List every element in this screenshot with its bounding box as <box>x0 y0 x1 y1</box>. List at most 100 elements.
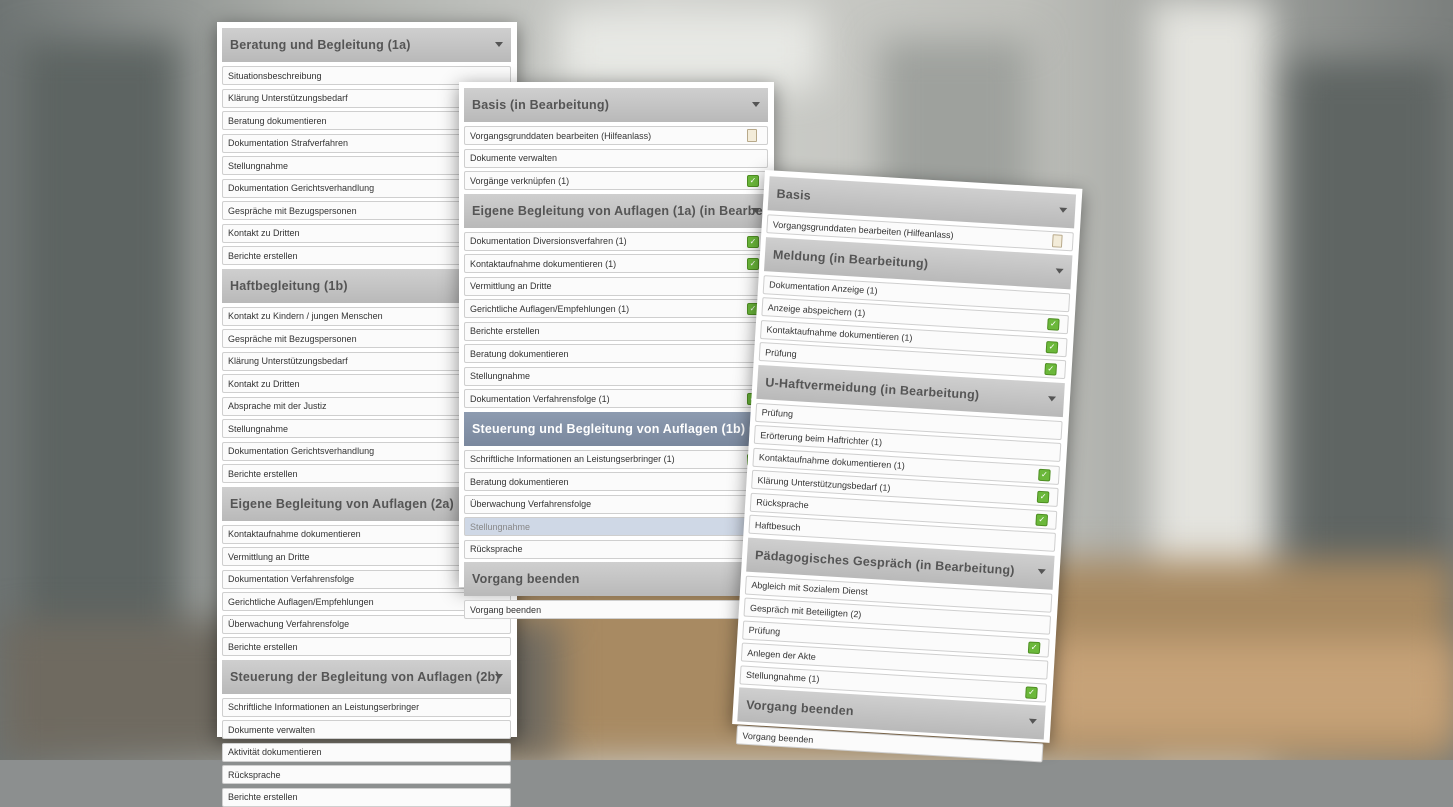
task-item-label: Rücksprache <box>470 544 523 554</box>
task-item-kontaktaufnahme-dokumentieren-1[interactable]: Kontaktaufnahme dokumentieren (1) ✓ <box>464 254 768 273</box>
check-icon: ✓ <box>747 175 759 187</box>
task-item-label: Überwachung Verfahrensfolge <box>228 619 350 629</box>
task-item-schriftliche-informationen-an-leistungserbringer-1[interactable]: Schriftliche Informationen an Leistungse… <box>464 449 768 469</box>
task-item-label: Dokumentation Verfahrensfolge <box>228 574 355 584</box>
section-header-steuerung-und-begleitung-von-auflagen-1b-in-bea[interactable]: Steuerung und Begleitung von Auflagen (1… <box>464 411 768 446</box>
chevron-down-icon[interactable] <box>1037 568 1046 574</box>
clipboard-icon[interactable] <box>747 129 757 142</box>
task-item-vorgangsgrunddaten-bearbeiten-hilfeanlass[interactable]: Vorgangsgrunddaten bearbeiten (Hilfeanla… <box>464 126 768 145</box>
task-item-label: Dokumentation Verfahrensfolge (1) <box>470 393 610 404</box>
chevron-down-icon[interactable] <box>1055 267 1064 274</box>
chevron-down-icon[interactable] <box>1058 207 1068 213</box>
section-title: Beratung und Begleitung (1a) <box>230 38 411 52</box>
clipboard-icon[interactable] <box>1051 234 1063 248</box>
check-icon: ✓ <box>1036 490 1050 504</box>
task-item-aktivitaet-dokumentieren[interactable]: Aktivität dokumentieren <box>222 742 511 762</box>
task-item-label: Vorgangsgrunddaten bearbeiten (Hilfeanla… <box>470 130 652 141</box>
task-item-berichte-erstellen[interactable]: Berichte erstellen <box>222 787 511 807</box>
section-title: Basis <box>776 186 812 203</box>
task-item-label: Beratung dokumentieren <box>228 115 327 126</box>
section-header-steuerung-der-begleitung-von-auflagen-2b[interactable]: Steuerung der Begleitung von Auflagen (2… <box>222 659 511 694</box>
section-title: Pädagogisches Gespräch (in Bearbeitung) <box>754 547 1016 577</box>
task-item-beratung-dokumentieren[interactable]: Beratung dokumentieren <box>464 344 768 363</box>
task-item-label: Schriftliche Informationen an Leistungse… <box>470 454 675 464</box>
task-item-label: Berichte erstellen <box>228 250 298 261</box>
task-item-label: Anzeige abspeichern (1) <box>767 301 866 318</box>
chevron-down-icon[interactable] <box>1047 395 1057 402</box>
task-item-label: Klärung Unterstützungsbedarf (1) <box>757 474 891 493</box>
check-icon: ✓ <box>1025 685 1038 699</box>
task-item-label: Gespräche mit Bezugspersonen <box>228 205 357 216</box>
task-item-label: Kontaktaufnahme dokumentieren <box>228 529 361 539</box>
task-item-label: Stellungnahme <box>470 371 531 381</box>
section-title: Eigene Begleitung von Auflagen (1a) (in … <box>472 203 768 218</box>
chevron-down-icon[interactable] <box>752 207 760 213</box>
task-item-label: Absprache mit der Justiz <box>228 401 327 411</box>
task-item-dokumentation-verfahrensfolge-1[interactable]: Dokumentation Verfahrensfolge (1)✓ <box>464 389 768 408</box>
task-item-label: Dokumente verwalten <box>228 724 316 735</box>
task-item-label: Dokumente verwalten <box>470 153 558 163</box>
task-item-label: Erörterung beim Haftrichter (1) <box>759 429 883 447</box>
task-item-vermittlung-an-dritte[interactable]: Vermittlung an Dritte <box>464 276 768 296</box>
task-item-label: Vorgang beenden <box>470 604 542 615</box>
task-item-label: Kontaktaufnahme dokumentieren (1) <box>470 258 617 269</box>
task-item-label: Berichte erstellen <box>228 641 298 652</box>
section-title: Meldung (in Bearbeitung) <box>772 247 929 271</box>
task-item-label: Klärung Unterstützungsbedarf <box>228 356 348 366</box>
section-title: Vorgang beenden <box>745 697 855 719</box>
task-item-label: Beratung dokumentieren <box>470 348 569 359</box>
chevron-down-icon[interactable] <box>495 673 503 679</box>
task-item-label: Dokumentation Gerichtsverhandlung <box>228 183 375 193</box>
task-item-vorgaenge-verknuepfen-1[interactable]: Vorgänge verknüpfen (1) ✓ <box>464 171 768 190</box>
section-title: Basis (in Bearbeitung) <box>472 98 610 112</box>
section-header-vorgang-beenden[interactable]: Vorgang beenden <box>464 562 768 596</box>
task-item-vorgang-beenden[interactable]: Vorgang beenden <box>464 600 768 619</box>
task-item-gerichtliche-auflagen-empfehlungen-1[interactable]: Gerichtliche Auflagen/Empfehlungen (1) ✓ <box>464 299 768 318</box>
task-item-label: Dokumentation Gerichtsverhandlung <box>228 446 375 456</box>
task-item-label: Vermittlung an Dritte <box>470 281 552 291</box>
panel-middle: Basis (in Bearbeitung) Vorgangsgrunddaten… <box>459 82 774 619</box>
chevron-down-icon[interactable] <box>495 42 503 47</box>
task-item-label: Anlegen der Akte <box>747 647 817 662</box>
section-title: Eigene Begleitung von Auflagen (2a) <box>230 496 454 511</box>
task-item-label: Stellungnahme <box>228 423 289 434</box>
task-item-label: Vermittlung an Dritte <box>228 551 310 562</box>
task-item-label: Dokumentation Anzeige (1) <box>768 279 878 296</box>
task-item-dokumente-verwalten[interactable]: Dokumente verwalten <box>464 148 768 168</box>
task-item-label: Haftbesuch <box>754 519 801 533</box>
task-item-label: Aktivität dokumentieren <box>228 747 322 757</box>
chevron-down-icon[interactable] <box>1028 718 1037 725</box>
task-item-label: Situationsbeschreibung <box>228 70 322 81</box>
check-icon: ✓ <box>1027 640 1041 654</box>
task-item-label: Prüfung <box>761 407 794 420</box>
task-item-label: Kontakt zu Dritten <box>228 228 300 238</box>
check-icon: ✓ <box>747 235 759 248</box>
section-header-basis-in-bearbeitung[interactable]: Basis (in Bearbeitung) <box>464 88 768 122</box>
task-item-beratung-dokumentieren[interactable]: Beratung dokumentieren <box>464 472 768 491</box>
task-item-ruecksprache[interactable]: Rücksprache <box>464 539 768 559</box>
section-header-eigene-begleitung-von-auflagen-1a-in-bearbeitung[interactable]: Eigene Begleitung von Auflagen (1a) (in … <box>464 193 768 228</box>
task-item-label: Gespräch mit Beteiligten (2) <box>749 602 862 619</box>
section-header-beratung-und-begleitung-1a[interactable]: Beratung und Begleitung (1a) <box>222 28 511 62</box>
task-item-stellungnahme[interactable]: Stellungnahme <box>464 517 768 536</box>
task-item-label: Schriftliche Informationen an Leistungse… <box>228 702 420 712</box>
task-item-dokumentation-diversionsverfahren-1[interactable]: Dokumentation Diversionsverfahren (1) ✓ <box>464 231 768 251</box>
task-item-label: Dokumentation Strafverfahren <box>228 138 349 148</box>
task-item-berichte-erstellen[interactable]: Berichte erstellen <box>464 321 768 341</box>
check-icon: ✓ <box>1047 318 1060 331</box>
chevron-down-icon[interactable] <box>752 102 760 107</box>
task-item-label: Rücksprache <box>755 497 810 511</box>
task-item-berichte-erstellen[interactable]: Berichte erstellen <box>222 637 511 656</box>
task-item-label: Berichte erstellen <box>228 792 298 802</box>
section-title: Steuerung und Begleitung von Auflagen (1… <box>472 421 768 436</box>
task-item-ruecksprache[interactable]: Rücksprache <box>222 765 511 784</box>
task-item-stellungnahme[interactable]: Stellungnahme <box>464 366 768 386</box>
task-item-label: Gerichtliche Auflagen/Empfehlungen (1) <box>470 303 630 314</box>
task-item-label: Beratung dokumentieren <box>470 476 569 487</box>
task-item-dokumente-verwalten[interactable]: Dokumente verwalten <box>222 720 511 739</box>
task-item-label: Kontaktaufnahme dokumentieren (1) <box>758 452 906 471</box>
task-item-label: Vorgang beenden <box>742 730 814 745</box>
task-item-schriftliche-informationen-an-leistungserbringer[interactable]: Schriftliche Informationen an Leistungse… <box>222 697 511 717</box>
task-item-ueberwachung-verfahrensfolge[interactable]: Überwachung Verfahrensfolge <box>464 494 768 514</box>
task-item-label: Berichte erstellen <box>228 468 298 479</box>
